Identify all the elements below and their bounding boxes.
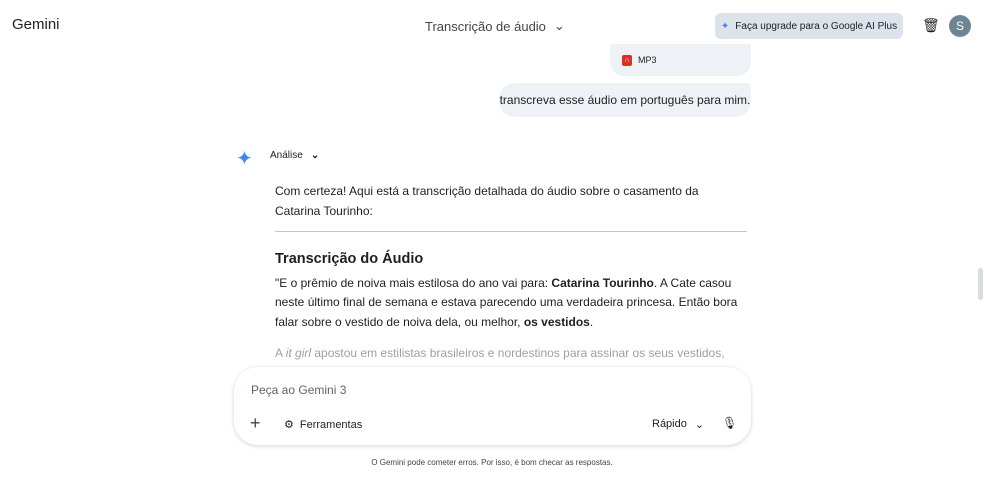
attached-file[interactable]: ∩ MP3 bbox=[610, 44, 751, 76]
audio-file-icon: ∩ bbox=[622, 54, 632, 66]
user-message: transcreva esse áudio em português para … bbox=[499, 83, 751, 117]
divider bbox=[275, 231, 747, 232]
chevron-down-icon: ⌄ bbox=[553, 18, 565, 33]
tools-label: Ferramentas bbox=[299, 418, 363, 431]
tools-button[interactable]: ⚙ Ferramentas bbox=[284, 418, 363, 432]
microphone-icon[interactable]: 🎙 bbox=[722, 416, 737, 430]
bold-text: os vestidos bbox=[523, 314, 590, 329]
response-intro: Com certeza! Aqui está a transcrição det… bbox=[275, 184, 699, 218]
bold-text: Catarina Tourinho bbox=[551, 275, 654, 290]
tools-icon: ⚙ bbox=[284, 419, 294, 431]
chevron-down-icon: ⌄ bbox=[310, 150, 320, 161]
model-mode-select[interactable]: Rápido ⌄ bbox=[652, 418, 704, 431]
add-icon[interactable]: + bbox=[250, 413, 261, 434]
response-paragraph: "E o prêmio de noiva mais estilosa do an… bbox=[275, 274, 747, 333]
gemini-logo[interactable]: Gemini bbox=[12, 16, 60, 33]
scrollbar[interactable] bbox=[978, 268, 983, 300]
avatar[interactable]: S bbox=[949, 15, 971, 37]
gemini-sparkle-icon: ✦ bbox=[236, 148, 253, 170]
file-type: MP3 bbox=[638, 55, 657, 65]
upgrade-button[interactable]: ✦ Faça upgrade para o Google AI Plus bbox=[715, 13, 903, 39]
conversation-title: Transcrição de áudio bbox=[425, 18, 546, 34]
prompt-composer[interactable]: Peça ao Gemini 3 + ⚙ Ferramentas Rápido … bbox=[234, 367, 751, 445]
upgrade-label: Faça upgrade para o Google AI Plus bbox=[735, 20, 898, 32]
text: A bbox=[275, 346, 286, 360]
temporary-chat-icon[interactable]: 🗑 bbox=[922, 17, 940, 34]
model-response: Com certeza! Aqui está a transcrição det… bbox=[275, 182, 747, 383]
text: . bbox=[589, 314, 594, 329]
chevron-down-icon: ⌄ bbox=[694, 419, 705, 431]
mode-label: Rápido bbox=[652, 418, 687, 430]
text: "E o prêmio de noiva mais estilosa do an… bbox=[275, 275, 552, 290]
thinking-toggle[interactable]: Análise ⌄ bbox=[270, 150, 319, 161]
sparkle-icon: ✦ bbox=[720, 20, 730, 32]
prompt-input[interactable]: Peça ao Gemini 3 bbox=[251, 383, 346, 397]
disclaimer: O Gemini pode cometer erros. Por isso, é… bbox=[371, 458, 613, 467]
thinking-label: Análise bbox=[270, 150, 303, 161]
response-heading: Transcrição do Áudio bbox=[275, 251, 424, 267]
italic-text: it girl bbox=[285, 346, 312, 360]
conversation-title-menu[interactable]: Transcrição de áudio ⌄ bbox=[425, 18, 565, 34]
